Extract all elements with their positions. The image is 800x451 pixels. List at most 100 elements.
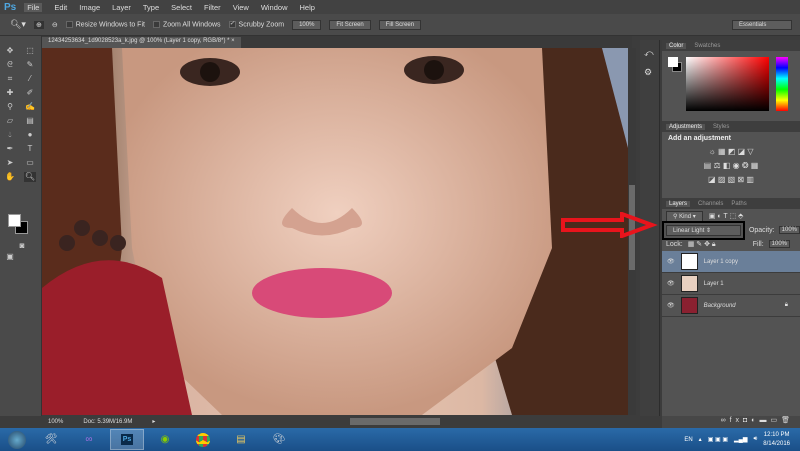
visibility-eye-icon[interactable]: 👁︎ — [667, 258, 675, 265]
taskbar-chrome[interactable] — [186, 429, 220, 450]
exposure-icon[interactable]: ◪ — [738, 147, 746, 156]
layer-name[interactable]: Background — [704, 303, 736, 309]
gradient-icon[interactable]: ▤ — [24, 116, 36, 126]
tab-channels[interactable]: Channels — [698, 201, 723, 207]
properties-panel-icon[interactable]: ⚙ — [644, 67, 655, 78]
taskbar-paint[interactable]: 🎨︎ — [262, 429, 296, 450]
gradient-map-icon[interactable]: ▥ — [746, 175, 754, 184]
posterize-icon[interactable]: ▨ — [718, 175, 726, 184]
layer-kind-filter[interactable]: ⚲ Kind ▾ — [666, 210, 703, 222]
screen-mode-icon[interactable]: ▣ — [4, 252, 16, 262]
curves-icon[interactable]: ◩ — [728, 147, 736, 156]
bw-icon[interactable]: ◧ — [723, 161, 731, 170]
scrubby-zoom-checkbox[interactable]: ✓ Scrubby Zoom — [228, 20, 284, 28]
shape-tool-icon[interactable]: ▭ — [24, 158, 36, 168]
layer-name[interactable]: Layer 1 — [704, 281, 724, 287]
menu-type[interactable]: Type — [143, 3, 159, 12]
fg-color-swatch[interactable] — [668, 57, 678, 67]
100-percent-button[interactable]: 100% — [292, 19, 322, 30]
workspace-select[interactable]: Essentials — [732, 19, 792, 30]
type-tool-icon[interactable]: T — [24, 144, 36, 154]
brush-tool-icon[interactable]: ✐ — [24, 88, 36, 98]
zoom-tool-icon[interactable]: 🔍︎ — [24, 172, 36, 182]
menu-select[interactable]: Select — [171, 3, 192, 12]
taskbar-visual-studio[interactable]: ∞ — [72, 429, 106, 450]
tray-expand-icon[interactable]: ▴ — [699, 436, 702, 443]
menu-help[interactable]: Help — [300, 3, 315, 12]
opacity-input[interactable]: 100% — [778, 226, 800, 234]
dodge-icon[interactable]: ● — [24, 130, 36, 140]
layer-row[interactable]: 👁︎ Layer 1 — [662, 273, 800, 295]
zoom-all-checkbox[interactable]: Zoom All Windows — [152, 20, 221, 28]
lock-icons[interactable]: ▦ ✎ ✥ 🔒︎ — [688, 240, 716, 249]
taskbar-coccoc[interactable]: ◉ — [148, 429, 182, 450]
tab-layers[interactable]: Layers — [666, 200, 691, 207]
pen-tool-icon[interactable]: ✒ — [4, 144, 16, 154]
photo-filter-icon[interactable]: ◉ — [733, 161, 740, 170]
color-spectrum[interactable] — [686, 57, 769, 111]
group-icon[interactable]: ▬ — [759, 417, 770, 424]
menu-layer[interactable]: Layer — [112, 3, 131, 12]
healing-brush-icon[interactable]: ✚ — [4, 88, 16, 98]
language-indicator[interactable]: EN — [684, 437, 692, 443]
crop-tool-icon[interactable]: ⌗ — [4, 74, 16, 84]
invert-icon[interactable]: ◪ — [708, 175, 716, 184]
layer-row[interactable]: 👁︎ Layer 1 copy — [662, 251, 800, 273]
hue-slider[interactable] — [776, 57, 788, 111]
history-panel-icon[interactable]: ⤺ — [644, 48, 655, 59]
quick-mask-icon[interactable]: ◙ — [16, 241, 28, 251]
tab-adjustments[interactable]: Adjustments — [666, 123, 706, 130]
layer-row[interactable]: 👁︎ Background 🔒︎ — [662, 295, 800, 317]
marquee-tool-icon[interactable]: ⬚ — [24, 46, 36, 56]
zoom-in-icon[interactable]: ⊕ — [33, 20, 44, 29]
fill-screen-button[interactable]: Fill Screen — [378, 19, 422, 30]
horizontal-scroll-thumb[interactable] — [350, 418, 440, 425]
network-icon[interactable]: ▂▄▆ — [734, 436, 747, 443]
tray-app-icons[interactable]: ▣ ▣ ▣ — [708, 436, 728, 443]
zoom-out-icon[interactable]: ⊖ — [52, 21, 58, 29]
zoom-tool-icon[interactable]: 🔍︎▾ — [10, 19, 26, 30]
foreground-color-swatch[interactable] — [8, 214, 21, 227]
trash-icon[interactable]: 🗑︎ — [781, 417, 794, 424]
taskbar-photoshop[interactable]: Ps — [110, 429, 144, 450]
tab-paths[interactable]: Paths — [731, 201, 746, 207]
quick-select-icon[interactable]: ✎ — [24, 60, 36, 70]
resize-windows-checkbox[interactable]: Resize Windows to Fit — [65, 20, 145, 28]
filter-icons[interactable]: ▣ ◐ T ⬚ ⬘ — [709, 212, 744, 220]
channel-mixer-icon[interactable]: ❂ — [742, 161, 749, 170]
tab-swatches[interactable]: Swatches — [694, 43, 720, 49]
path-select-icon[interactable]: ➤ — [4, 158, 16, 168]
clock[interactable]: 12:10 PM 8/14/2016 — [763, 431, 790, 449]
document-tab[interactable]: 12434253634_1d9028523a_k.jpg @ 100% (Lay… — [42, 37, 241, 48]
layer-name[interactable]: Layer 1 copy — [704, 259, 738, 265]
hue-sat-icon[interactable]: ▤ — [704, 161, 712, 170]
tab-styles[interactable]: Styles — [713, 124, 729, 130]
eraser-icon[interactable]: ▱ — [4, 116, 16, 126]
taskbar-tools[interactable]: 🛠︎ — [34, 429, 68, 450]
brightness-icon[interactable]: ☼ — [708, 147, 715, 156]
history-brush-icon[interactable]: ✍ — [24, 102, 36, 112]
volume-icon[interactable]: 🔊︎ — [754, 436, 758, 443]
color-lookup-icon[interactable]: ▦ — [751, 161, 759, 170]
visibility-eye-icon[interactable]: 👁︎ — [667, 302, 675, 309]
image-canvas[interactable] — [42, 48, 628, 415]
move-tool-icon[interactable]: ✥ — [4, 46, 16, 56]
selective-color-icon[interactable]: ⊠ — [737, 175, 744, 184]
start-button[interactable] — [4, 429, 30, 450]
menu-file[interactable]: File — [24, 2, 43, 12]
blend-mode-select[interactable]: Linear Light ⇕ — [662, 220, 745, 240]
zoom-level[interactable]: 100% — [48, 419, 63, 425]
levels-icon[interactable]: ▦ — [718, 147, 726, 156]
fit-screen-button[interactable]: Fit Screen — [329, 19, 371, 30]
eyedropper-icon[interactable]: ⁄ — [24, 74, 36, 84]
fill-input[interactable]: 100% — [768, 240, 790, 248]
hand-tool-icon[interactable]: ✋ — [4, 172, 16, 182]
taskbar-file-explorer[interactable]: ▤ — [224, 429, 258, 450]
new-layer-icon[interactable]: ▭ — [770, 417, 781, 424]
clone-stamp-icon[interactable]: ⚲ — [4, 102, 16, 112]
visibility-eye-icon[interactable]: 👁︎ — [667, 280, 675, 287]
link-icon[interactable]: ∞ — [721, 417, 730, 424]
menu-image[interactable]: Image — [79, 3, 100, 12]
tab-color[interactable]: Color — [666, 42, 687, 49]
lasso-tool-icon[interactable]: ᘓ — [4, 60, 16, 70]
